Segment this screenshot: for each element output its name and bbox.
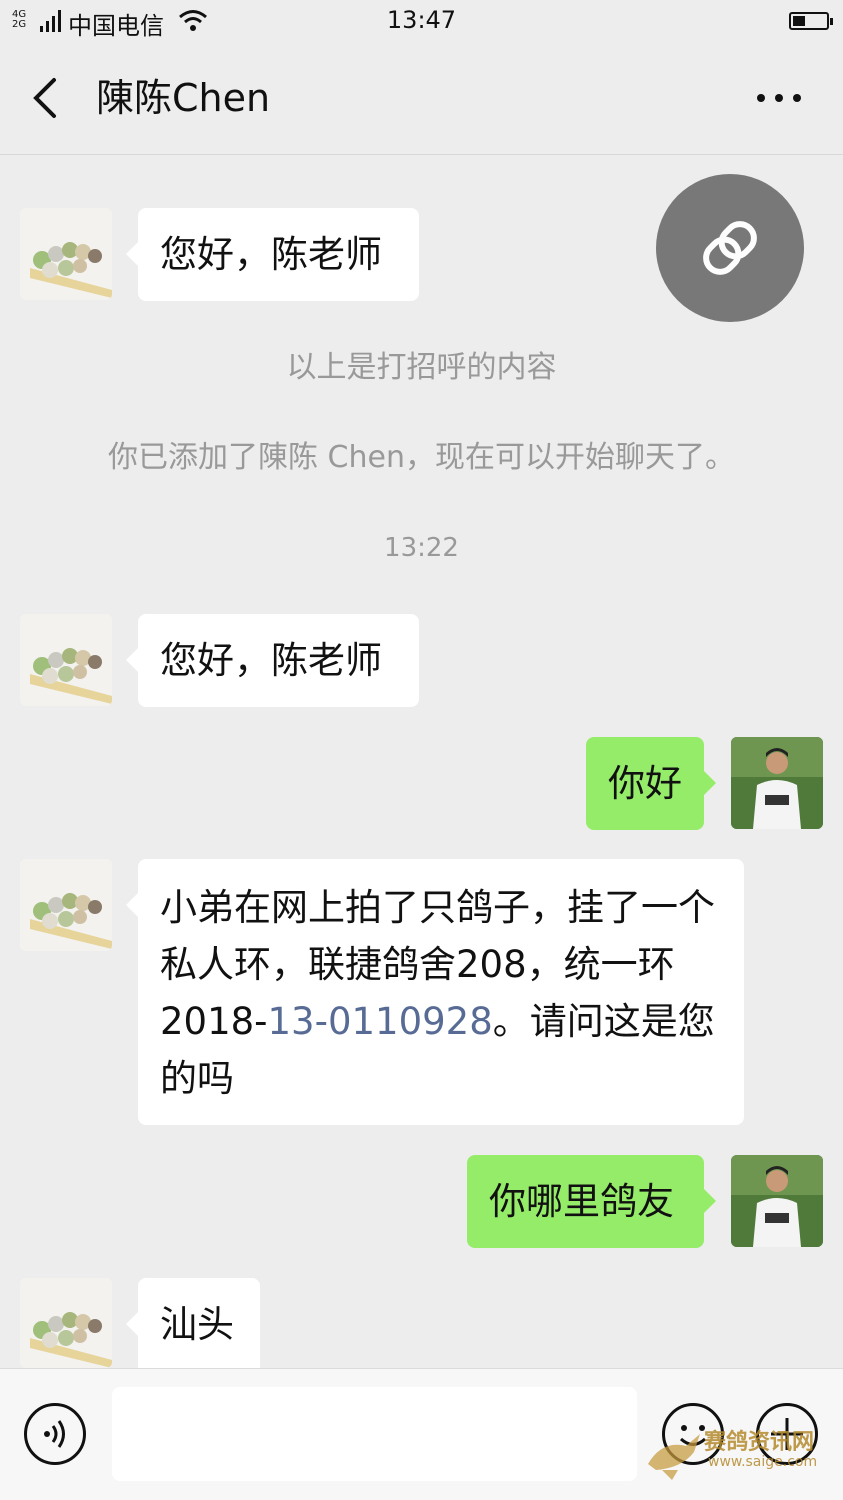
pigeon-logo <box>648 1434 700 1480</box>
my-avatar[interactable] <box>731 1155 823 1247</box>
link-icon <box>703 221 757 275</box>
greeting-note: 以上是打招呼的内容 <box>286 350 557 385</box>
chat-header: 陳陈Chen <box>0 44 843 155</box>
site-watermark: 赛鸽资讯网 www.saige.com <box>642 1418 822 1488</box>
chat-title: 陳陈Chen <box>96 76 271 120</box>
detected-number-link[interactable]: 13-0110928 <box>268 1000 493 1043</box>
voice-input-button[interactable] <box>24 1403 86 1465</box>
beads-photo <box>20 1278 112 1368</box>
message-bubble[interactable]: 小弟在网上拍了只鸽子，挂了一个私人环，联捷鸽舍208，统一环 2018-13-0… <box>126 859 744 1125</box>
contact-avatar[interactable] <box>20 208 112 300</box>
contact-avatar[interactable] <box>20 614 112 706</box>
message-input[interactable] <box>112 1387 637 1481</box>
message-bubble[interactable]: 您好，陈老师 <box>126 614 419 707</box>
beads-photo <box>20 208 112 300</box>
link-floating-button[interactable] <box>656 174 804 322</box>
watermark-url: www.saige.com <box>708 1454 818 1470</box>
back-arrow-icon[interactable] <box>28 76 68 120</box>
message-bubble[interactable]: 汕头 <box>126 1278 260 1368</box>
status-time: 13:47 <box>386 6 457 34</box>
message-bubble-outgoing[interactable]: 你好 <box>586 737 716 830</box>
beads-photo <box>20 859 112 951</box>
chat-timestamp: 13:22 <box>384 533 459 563</box>
message-bubble[interactable]: 您好，陈老师 <box>126 208 419 301</box>
person-photo <box>731 1155 823 1247</box>
beads-photo <box>20 614 112 706</box>
watermark-name: 赛鸽资讯网 <box>704 1430 815 1455</box>
friend-added-note: 你已添加了陳陈 Chen，现在可以开始聊天了。 <box>108 440 735 475</box>
contact-avatar[interactable] <box>20 859 112 951</box>
contact-avatar[interactable] <box>20 1278 112 1368</box>
my-avatar[interactable] <box>731 737 823 829</box>
message-bubble-outgoing[interactable]: 你哪里鸽友 <box>467 1155 716 1248</box>
voice-icon <box>44 1420 65 1448</box>
more-dots-icon[interactable] <box>755 90 803 106</box>
battery-icon <box>789 12 833 30</box>
person-photo <box>731 737 823 829</box>
status-bar: 4G 2G 中国电信 13:47 <box>0 0 843 44</box>
